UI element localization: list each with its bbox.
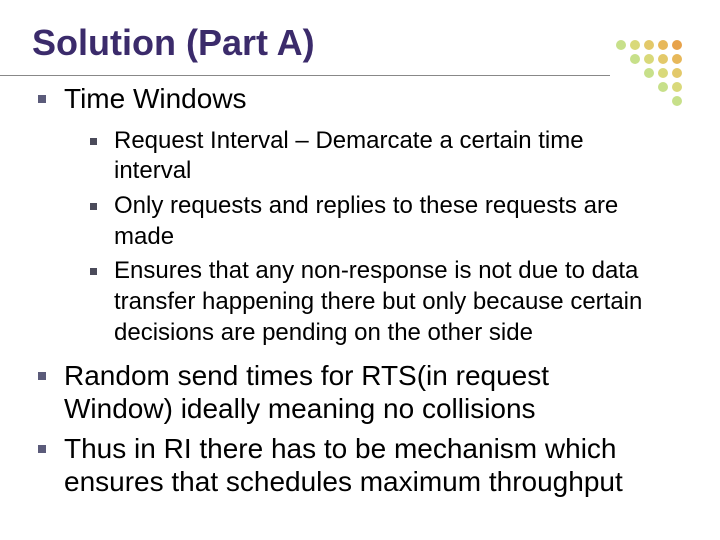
decor-dot	[672, 82, 682, 92]
bullet-item: Thus in RI there has to be mechanism whi…	[34, 432, 660, 499]
decor-dot	[672, 54, 682, 64]
bullet-text: Random send times for RTS(in request Win…	[64, 360, 549, 425]
sub-bullet-text: Only requests and replies to these reque…	[114, 192, 618, 250]
decor-dot	[672, 96, 682, 106]
slide: Solution (Part A) Time Windows Request I…	[0, 0, 720, 540]
title-divider	[0, 75, 610, 76]
bullet-text: Thus in RI there has to be mechanism whi…	[64, 433, 623, 498]
bullet-item: Time Windows Request Interval – Demarcat…	[34, 82, 660, 349]
sub-bullet-item: Only requests and replies to these reque…	[88, 191, 660, 252]
sub-bullet-text: Request Interval – Demarcate a certain t…	[114, 127, 584, 185]
decor-dot	[672, 68, 682, 78]
decor-dot	[630, 54, 640, 64]
bullet-item: Random send times for RTS(in request Win…	[34, 359, 660, 426]
decor-dot	[672, 40, 682, 50]
bullet-list-level2: Request Interval – Demarcate a certain t…	[64, 126, 660, 349]
decor-dot	[630, 40, 640, 50]
bullet-text: Time Windows	[64, 83, 247, 114]
decor-dot	[644, 68, 654, 78]
bullet-list-level1: Time Windows Request Interval – Demarcat…	[34, 82, 660, 499]
decor-dot	[616, 40, 626, 50]
sub-bullet-item: Request Interval – Demarcate a certain t…	[88, 126, 660, 187]
slide-body: Time Windows Request Interval – Demarcat…	[34, 82, 660, 505]
decor-dot	[644, 40, 654, 50]
decor-dot	[658, 68, 668, 78]
decor-dot	[658, 40, 668, 50]
slide-title: Solution (Part A)	[32, 22, 315, 64]
decor-dot	[644, 54, 654, 64]
decor-dot	[658, 54, 668, 64]
sub-bullet-text: Ensures that any non-response is not due…	[114, 257, 642, 345]
sub-bullet-item: Ensures that any non-response is not due…	[88, 256, 660, 348]
